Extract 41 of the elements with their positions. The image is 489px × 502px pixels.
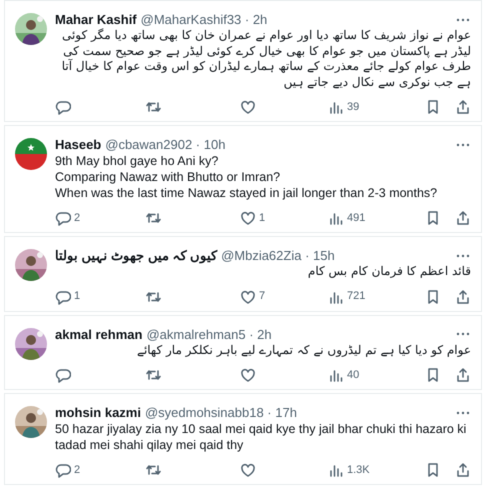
reply-count: 2	[74, 210, 80, 226]
view-count: 1.3K	[347, 462, 370, 478]
heart-icon[interactable]	[240, 367, 256, 383]
share-icon[interactable]	[455, 367, 471, 383]
handle-time: @akmalrehman5 · 2h	[146, 326, 272, 342]
tweet-text: 9th May bhol gaye ho Ani ky? Comparing Nawaz with Bhutto or Imran? When was the last time Nawaz stayed in jail longer than 2-3 months?	[55, 153, 438, 201]
heart-icon[interactable]	[240, 462, 256, 478]
like-count: 1	[259, 210, 266, 226]
share-icon[interactable]	[455, 210, 471, 226]
view-count: 721	[347, 289, 366, 304]
handle-time: @cbawan2902 · 10h	[105, 136, 226, 153]
reply-icon[interactable]	[55, 210, 71, 226]
reply-icon[interactable]	[55, 99, 71, 115]
share-icon[interactable]	[455, 99, 471, 115]
like-count: 7	[259, 289, 266, 304]
tweet-text: عوام کو دیا کیا ہے تم لیڈروں نے کہ تمہارے لیے باہر نکلکر مار کھائے	[136, 342, 471, 358]
tweet-text: قائد اعظم کا فرمان کام بس کام	[306, 264, 471, 280]
reply-count: 1	[74, 289, 80, 304]
heart-icon[interactable]	[240, 288, 256, 304]
reply-icon[interactable]	[55, 288, 71, 304]
reply-icon[interactable]	[55, 367, 71, 383]
handle-time: @syedmohsinabb18 · 17h	[144, 404, 297, 421]
tweet-text: 50 hazar jiyalay zia ny 10 saal mei qaid kye thy jail bhar chuki thi hazaro ki tadad mei shahi qilay mei qaid thy	[55, 421, 468, 453]
handle-time: @Mbzia62Zia · 15h	[221, 247, 335, 264]
reply-icon[interactable]	[55, 462, 71, 478]
author-name[interactable]: mohsin kazmi	[55, 404, 141, 421]
author-name[interactable]: Mahar Kashif	[55, 11, 137, 28]
heart-icon[interactable]	[240, 99, 256, 115]
author-name[interactable]: Haseeb	[55, 136, 102, 153]
view-count: 491	[347, 210, 366, 226]
author-name[interactable]: کیوں کہ میں جھوٹ نہیں بولتا	[55, 247, 218, 264]
share-icon[interactable]	[455, 288, 471, 304]
heart-icon[interactable]	[240, 210, 256, 226]
share-icon[interactable]	[455, 462, 471, 478]
handle-time: @MaharKashif33 · 2h	[140, 11, 268, 28]
author-name[interactable]: akmal rehman	[55, 326, 142, 342]
flag-avatar-icon[interactable]	[15, 138, 47, 170]
view-count: 39	[347, 100, 360, 115]
tweet-text: عوام نے نواز شریف کا ساتھ دیا اور عوام نے عمران خان کا بھی ساتھ دیا مگر کوئی لیڈر ہے پاکستان میں جو عوام کا بھی خیال کرے کوئی لیڈر ہے جو صحیح سمت کی طرف عوام کولے جائے معذرت کے ساتھ ہمارے لیڈران کو اس وقت عوام کا خیال آتا ہے جب نوکری سے نکال دیے جاتے ہیں	[60, 28, 471, 90]
view-count: 40	[347, 368, 360, 383]
reply-count: 2	[74, 462, 80, 478]
